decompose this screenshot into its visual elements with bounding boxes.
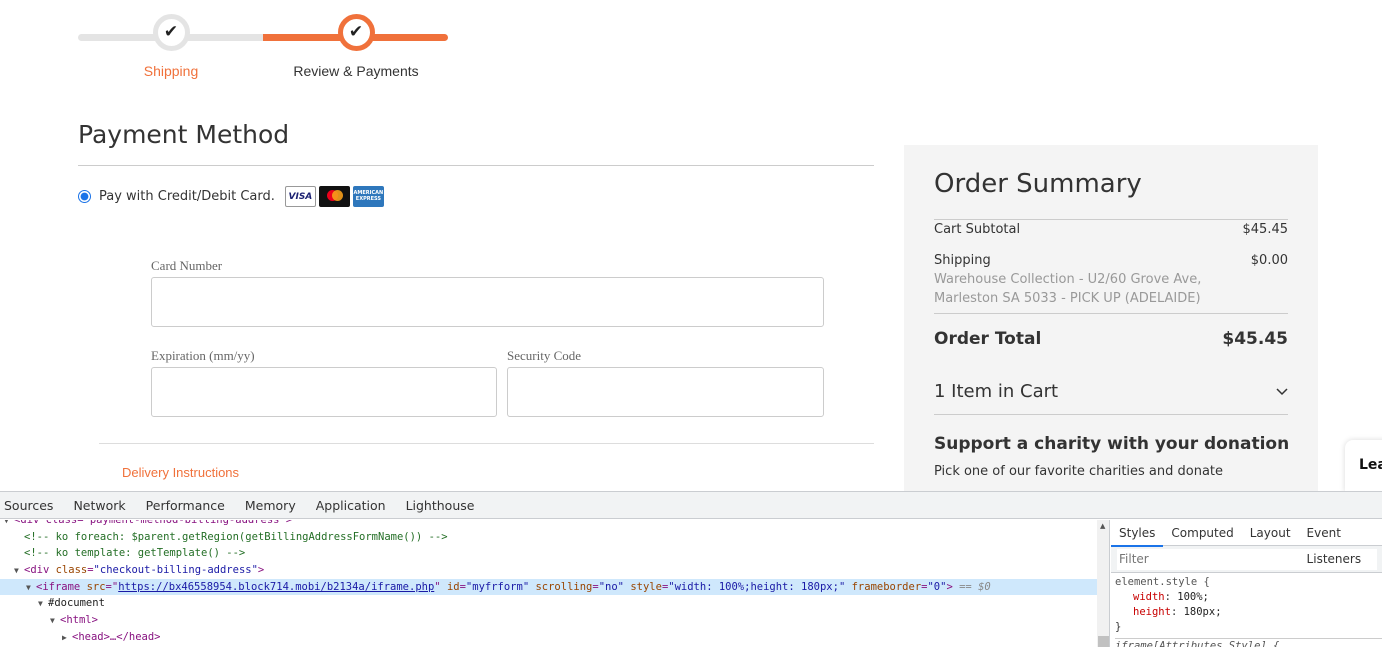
charity-title: Support a charity with your donation — [934, 434, 1290, 454]
devtools-tab-memory[interactable]: Memory — [245, 498, 296, 513]
checkout-progress-bar: ✔ Shipping ✔ Review & Payments — [78, 14, 448, 84]
payment-option-radio[interactable] — [78, 190, 91, 203]
checkmark-icon: ✔ — [163, 22, 179, 42]
floating-widget-label: Lea — [1359, 457, 1382, 473]
dom-node[interactable]: ▶ <head>…</head> — [0, 629, 1097, 646]
delivery-instructions-link[interactable]: Delivery Instructions — [122, 465, 239, 480]
card-number-field[interactable] — [151, 277, 824, 327]
scroll-up-arrow-icon[interactable]: ▲ — [1100, 522, 1105, 530]
security-code-field[interactable] — [507, 367, 824, 417]
divider — [934, 414, 1288, 415]
style-property[interactable]: width: 100%; — [1115, 590, 1382, 605]
step-circle: ✔ — [337, 14, 375, 51]
styles-pane: Styles Computed Layout Event Listeners e… — [1111, 520, 1382, 647]
collapse-triangle-icon[interactable]: ▶ — [62, 630, 72, 647]
payment-option-credit-card[interactable]: Pay with Credit/Debit Card. VISA AMERICA… — [78, 186, 384, 207]
step-label[interactable]: Shipping — [78, 63, 264, 79]
expand-triangle-icon[interactable]: ▼ — [38, 596, 48, 613]
charity-subtitle: Pick one of our favorite charities and d… — [934, 464, 1224, 479]
progress-step-shipping[interactable]: ✔ Shipping — [78, 14, 264, 79]
order-summary-title: Order Summary — [934, 169, 1142, 199]
dom-comment[interactable]: <!-- ko foreach: $parent.getRegion(getBi… — [0, 529, 1097, 546]
step-label: Review & Payments — [293, 63, 419, 79]
order-total-value: $45.45 — [1222, 329, 1288, 349]
dom-node[interactable]: ▼ <div class="checkout-billing-address"> — [0, 562, 1097, 579]
devtools-tab-lighthouse[interactable]: Lighthouse — [406, 498, 475, 513]
subtotal-value: $45.45 — [1242, 222, 1289, 237]
expiration-input[interactable] — [152, 368, 496, 416]
expiration-field[interactable] — [151, 367, 497, 417]
style-rules: element.style { width: 100%; height: 180… — [1111, 573, 1382, 647]
devtools-tab-sources[interactable]: Sources — [4, 498, 53, 513]
order-total-label: Order Total — [934, 329, 1042, 349]
card-logos: VISA AMERICAN EXPRESS — [284, 186, 384, 207]
rule-selector: iframe[Attributes Style] { — [1115, 638, 1382, 647]
chevron-down-icon[interactable] — [1276, 384, 1288, 400]
dom-node-selected-iframe[interactable]: ▼ <iframe src="https://bx46558954.block71… — [0, 578, 1097, 597]
dom-node[interactable]: ▼ #document — [0, 595, 1097, 612]
scrollbar-thumb[interactable] — [1098, 636, 1109, 647]
items-in-cart-label: 1 Item in Cart — [934, 381, 1059, 402]
dom-node[interactable]: ▼ <html> — [0, 612, 1097, 629]
shipping-row: Shipping $0.00 — [934, 253, 1288, 268]
shipping-label: Shipping — [934, 253, 991, 268]
devtools-panel: Sources Network Performance Memory Appli… — [0, 491, 1382, 647]
payment-method-title: Payment Method — [78, 120, 290, 149]
dom-scrollbar[interactable]: ▲ — [1097, 520, 1110, 647]
rule-selector: element.style { — [1115, 576, 1210, 588]
dom-tree: ▼ <div class="payment-method-billing-addr… — [0, 520, 1097, 647]
styles-tab-computed[interactable]: Computed — [1163, 520, 1241, 546]
divider — [78, 165, 874, 166]
order-total-row: Order Total $45.45 — [934, 329, 1288, 349]
rule-close: } — [1115, 621, 1122, 633]
devtools-tab-network[interactable]: Network — [73, 498, 125, 513]
devtools-tab-performance[interactable]: Performance — [146, 498, 225, 513]
styles-tab-styles[interactable]: Styles — [1111, 520, 1164, 547]
checkmark-icon: ✔ — [348, 22, 364, 42]
items-in-cart-toggle[interactable]: 1 Item in Cart — [934, 381, 1288, 402]
divider — [934, 219, 1288, 220]
subtotal-row: Cart Subtotal $45.45 — [934, 222, 1288, 237]
shipping-value: $0.00 — [1250, 253, 1288, 268]
dom-node[interactable]: ▼ <div class="payment-method-billing-addr… — [0, 520, 1097, 529]
style-property[interactable]: height: 180px; — [1115, 605, 1382, 620]
progress-step-review-payments: ✔ Review & Payments — [263, 14, 449, 79]
divider — [934, 313, 1288, 314]
subtotal-label: Cart Subtotal — [934, 222, 1021, 237]
expiration-label: Expiration (mm/yy) — [151, 348, 255, 363]
expand-triangle-icon[interactable]: ▼ — [50, 613, 60, 630]
card-number-label: Card Number — [151, 258, 223, 273]
floating-widget[interactable]: Lea — [1345, 440, 1382, 492]
security-code-label: Security Code — [507, 348, 582, 363]
security-code-input[interactable] — [508, 368, 823, 416]
expand-triangle-icon[interactable]: ▼ — [14, 563, 24, 580]
devtools-tabs: Sources Network Performance Memory Appli… — [0, 492, 1382, 519]
iframe-src-link[interactable]: https://bx46558954.block714.mobi/b2134a/… — [118, 581, 434, 593]
payment-option-label: Pay with Credit/Debit Card. — [99, 189, 275, 204]
styles-tab-event-listeners[interactable]: Event Listeners — [1299, 520, 1382, 566]
divider — [99, 443, 874, 444]
styles-tab-layout[interactable]: Layout — [1242, 520, 1299, 546]
card-number-input[interactable] — [152, 278, 823, 326]
step-circle: ✔ — [152, 14, 190, 51]
visa-icon: VISA — [284, 186, 316, 207]
order-summary: Order Summary Cart Subtotal $45.45 Shipp… — [904, 145, 1318, 491]
expand-triangle-icon[interactable]: ▼ — [26, 580, 36, 597]
devtools-tab-application[interactable]: Application — [316, 498, 386, 513]
shipping-address-line: Marleston SA 5033 - PICK UP (ADELAIDE) — [934, 291, 1201, 306]
amex-icon: AMERICAN EXPRESS — [352, 186, 384, 207]
dom-comment[interactable]: <!-- ko template: getTemplate() --> — [0, 545, 1097, 562]
mastercard-icon — [318, 186, 350, 207]
shipping-address-line: Warehouse Collection - U2/60 Grove Ave, — [934, 272, 1202, 287]
styles-tabs: Styles Computed Layout Event Listeners — [1111, 520, 1382, 566]
selected-node-marker: == $0 — [959, 580, 991, 593]
shipping-address: Warehouse Collection - U2/60 Grove Ave, … — [934, 270, 1201, 308]
